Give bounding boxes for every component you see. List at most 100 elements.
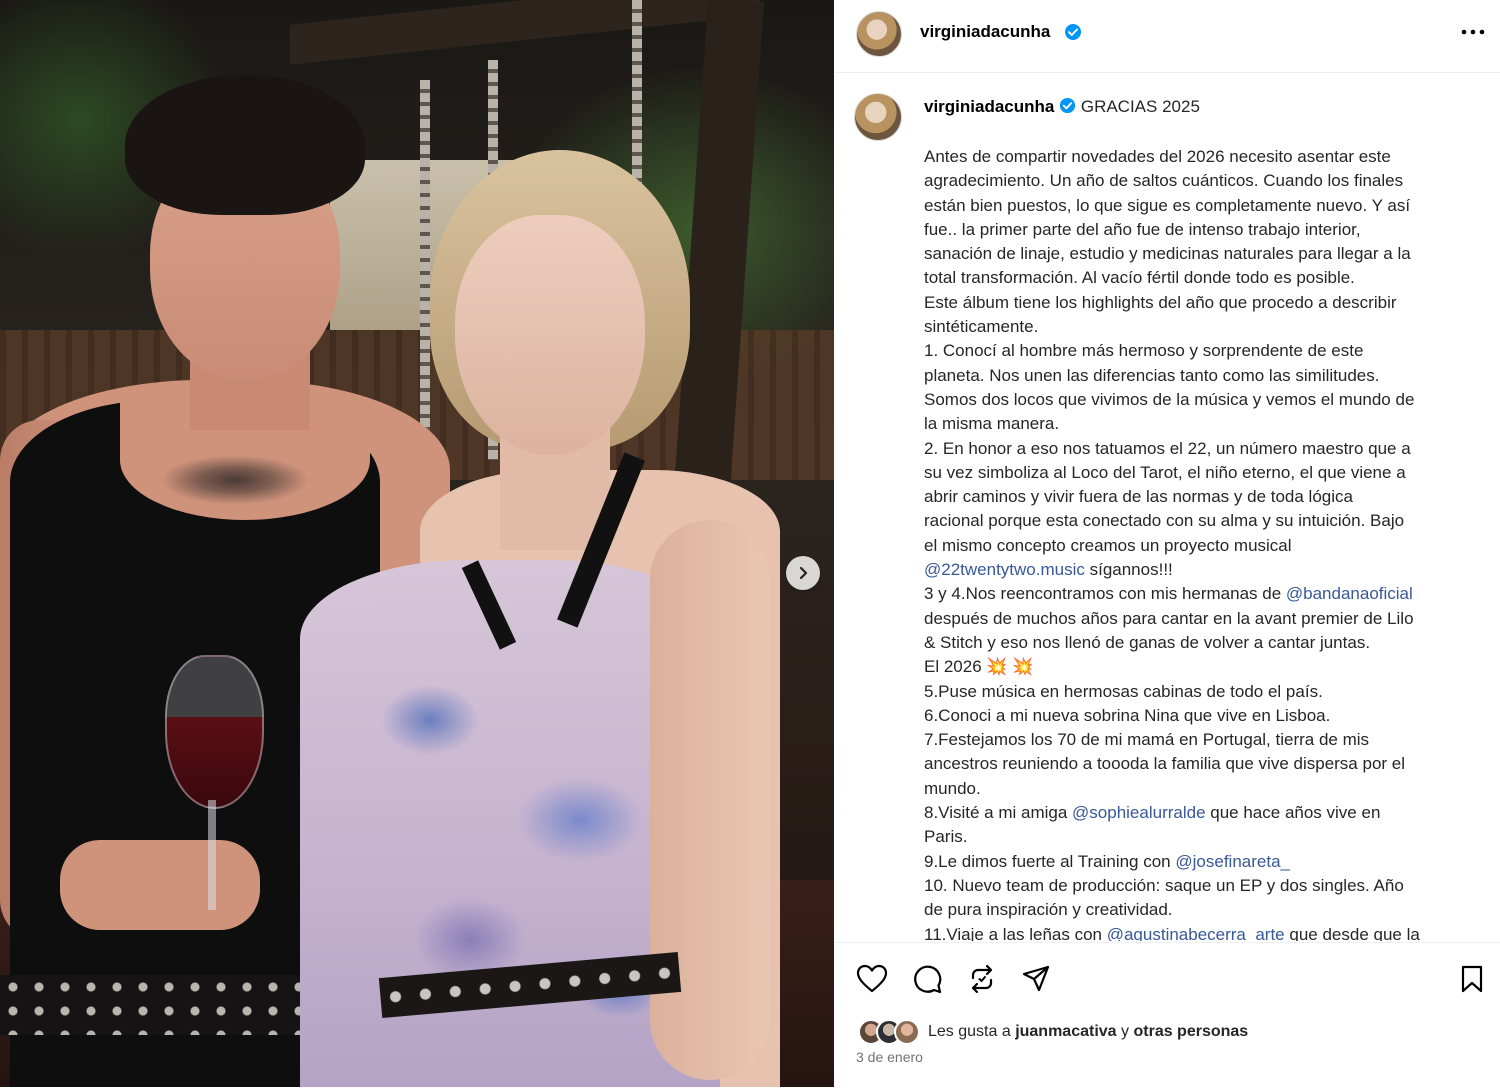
caption-line: abrir caminos y vivir fuera de las norma… <box>924 485 1476 509</box>
caption-line: mundo. <box>924 777 1476 801</box>
more-options-button[interactable] <box>1456 18 1490 46</box>
caption-line-text: 8.Visité a mi amiga <box>924 803 1073 823</box>
save-button[interactable] <box>1454 961 1490 997</box>
caption-line: racional porque esta conectado con su al… <box>924 509 1476 533</box>
post-side-panel: virginiadacunha virginiadacunha GRACIAS … <box>834 0 1500 1088</box>
caption-line-text: planeta. Nos unen las diferencias tanto … <box>924 365 1380 385</box>
caption-line-text: después de muchos años para cantar en la… <box>924 608 1414 628</box>
comment-icon <box>914 965 942 994</box>
man-hand <box>60 840 260 930</box>
caption-line-text: 2. En honor a eso nos tatuamos el 22, un… <box>924 438 1411 458</box>
likes-others[interactable]: otras personas <box>1133 1023 1248 1040</box>
post-photo[interactable] <box>0 0 834 1087</box>
caption-line: de pura inspiración y creatividad. <box>924 898 1476 922</box>
mention-link[interactable]: @22twentytwo.music <box>924 560 1085 579</box>
verified-badge-icon <box>1064 23 1082 46</box>
comment-button[interactable] <box>909 961 945 997</box>
caption-line-text: racional porque esta conectado con su al… <box>924 511 1405 531</box>
caption-line: @22twentytwo.music sígannos!!! <box>924 558 1476 582</box>
caption-line: 11.Viaje a las leñas con @agustinabecerr… <box>924 923 1476 942</box>
caption-line: la misma manera. <box>924 412 1476 436</box>
caption-line-text: & Stitch y eso nos llenó de ganas de vol… <box>924 632 1371 652</box>
caption-line: total transformación. Al vacío fértil do… <box>924 266 1476 290</box>
next-photo-button[interactable] <box>786 556 820 590</box>
caption-line-text: mundo. <box>924 778 981 798</box>
repost-icon <box>971 964 993 994</box>
caption-line: Antes de compartir novedades del 2026 ne… <box>924 145 1476 169</box>
share-button[interactable] <box>1018 961 1054 997</box>
caption-line-text: la misma manera. <box>924 414 1060 434</box>
heart-icon <box>856 964 888 993</box>
avatar[interactable] <box>856 11 902 57</box>
repost-button[interactable] <box>964 961 1000 997</box>
caption-line-text: 10. Nuevo team de producción: saque un E… <box>924 875 1404 895</box>
caption-line-text: el mismo concepto creamos un proyecto mu… <box>924 535 1292 555</box>
caption-line-text: 9.Le dimos fuerte al Training con <box>924 851 1176 871</box>
caption-line-text: agradecimiento. Un año de saltos cuántic… <box>924 171 1404 191</box>
mention-link[interactable]: @josefinareta_ <box>1175 852 1290 871</box>
caption-line: Este álbum tiene los highlights del año … <box>924 291 1476 315</box>
bookmark-icon <box>1461 965 1483 993</box>
caption-line-text: 6.Conoci a mi nueva sobrina Nina que viv… <box>924 705 1331 725</box>
caption-line-text: sígannos!!! <box>1084 560 1173 580</box>
caption-line-text: Paris. <box>924 827 968 847</box>
caption-line: & Stitch y eso nos llenó de ganas de vol… <box>924 631 1476 655</box>
caption-line-text: están bien puestos, lo que sigue es comp… <box>924 195 1411 215</box>
caption-header: virginiadacunha GRACIAS 2025 <box>924 97 1200 119</box>
woman-arm <box>650 520 770 1080</box>
caption-line: 9.Le dimos fuerte al Training con @josef… <box>924 850 1476 874</box>
caption-line: sanación de linaje, estudio y medicinas … <box>924 242 1476 266</box>
caption-line: después de muchos años para cantar en la… <box>924 607 1476 631</box>
man-belt <box>0 975 340 1035</box>
mention-link[interactable]: @sophiealurralde <box>1072 803 1206 822</box>
caption-line: El 2026 💥 💥 <box>924 655 1476 679</box>
caption-line: Paris. <box>924 825 1476 849</box>
caption-line-text: El 2026 💥 💥 <box>924 657 1034 677</box>
header-username[interactable]: virginiadacunha <box>920 22 1050 42</box>
likes-summary[interactable]: Les gusta a juanmacativa y otras persona… <box>858 1019 1248 1045</box>
post-header: virginiadacunha <box>834 0 1500 73</box>
caption-line: 8.Visité a mi amiga @sophiealurralde que… <box>924 801 1476 825</box>
caption-text: Antes de compartir novedades del 2026 ne… <box>924 145 1476 941</box>
caption-line-text: 7.Festejamos los 70 de mi mamá en Portug… <box>924 730 1370 750</box>
send-icon <box>1022 965 1050 992</box>
mention-link[interactable]: @agustinabecerra_arte <box>1107 925 1285 942</box>
caption-line-text: fue.. la primer parte del año fue de int… <box>924 219 1361 239</box>
caption-line: Somos dos locos que vivimos de la música… <box>924 388 1476 412</box>
caption-line: 5.Puse música en hermosas cabinas de tod… <box>924 680 1476 704</box>
caption-line: sintéticamente. <box>924 315 1476 339</box>
caption-line: 7.Festejamos los 70 de mi mamá en Portug… <box>924 728 1476 752</box>
caption-line-text: que desde que la <box>1284 924 1420 942</box>
likes-text: Les gusta a juanmacativa y otras persona… <box>928 1023 1248 1041</box>
likes-prefix: Les gusta a <box>928 1023 1011 1040</box>
caption-line: fue.. la primer parte del año fue de int… <box>924 218 1476 242</box>
caption-line: su vez simboliza al Loco del Tarot, el n… <box>924 461 1476 485</box>
like-button[interactable] <box>854 961 890 997</box>
caption-line-text: que hace años vive en <box>1205 803 1381 823</box>
caption-line-text: total transformación. Al vacío fértil do… <box>924 268 1355 288</box>
caption-username[interactable]: virginiadacunha <box>924 97 1054 116</box>
verified-badge-icon <box>1059 97 1076 119</box>
photo-chain <box>420 80 430 440</box>
caption-line: 6.Conoci a mi nueva sobrina Nina que viv… <box>924 704 1476 728</box>
caption-line-text: ancestros reuniendo a toooda la familia … <box>924 754 1406 774</box>
caption-line-text: 5.Puse música en hermosas cabinas de tod… <box>924 681 1323 701</box>
caption-line: 1. Conocí al hombre más hermoso y sorpre… <box>924 339 1476 363</box>
wine-glass-stem <box>208 800 216 910</box>
caption-line-text: sintéticamente. <box>924 317 1039 337</box>
caption-line-text: Este álbum tiene los highlights del año … <box>924 292 1397 312</box>
likes-user[interactable]: juanmacativa <box>1015 1023 1116 1040</box>
caption-line-text: abrir caminos y vivir fuera de las norma… <box>924 487 1353 507</box>
wine-glass <box>165 655 264 809</box>
caption-line: agradecimiento. Un año de saltos cuántic… <box>924 169 1476 193</box>
post-date: 3 de enero <box>856 1049 923 1065</box>
caption-line: ancestros reuniendo a toooda la familia … <box>924 752 1476 776</box>
caption-line-text: Antes de compartir novedades del 2026 ne… <box>924 147 1391 166</box>
caption-avatar[interactable] <box>854 93 902 141</box>
caption-line: 2. En honor a eso nos tatuamos el 22, un… <box>924 437 1476 461</box>
chevron-right-icon <box>799 566 808 580</box>
mention-link[interactable]: @bandanaoficial <box>1286 584 1413 603</box>
caption-line: planeta. Nos unen las diferencias tanto … <box>924 364 1476 388</box>
caption-line-text: 11.Viaje a las leñas con <box>924 924 1107 942</box>
post-actions: Les gusta a juanmacativa y otras persona… <box>834 942 1500 1088</box>
